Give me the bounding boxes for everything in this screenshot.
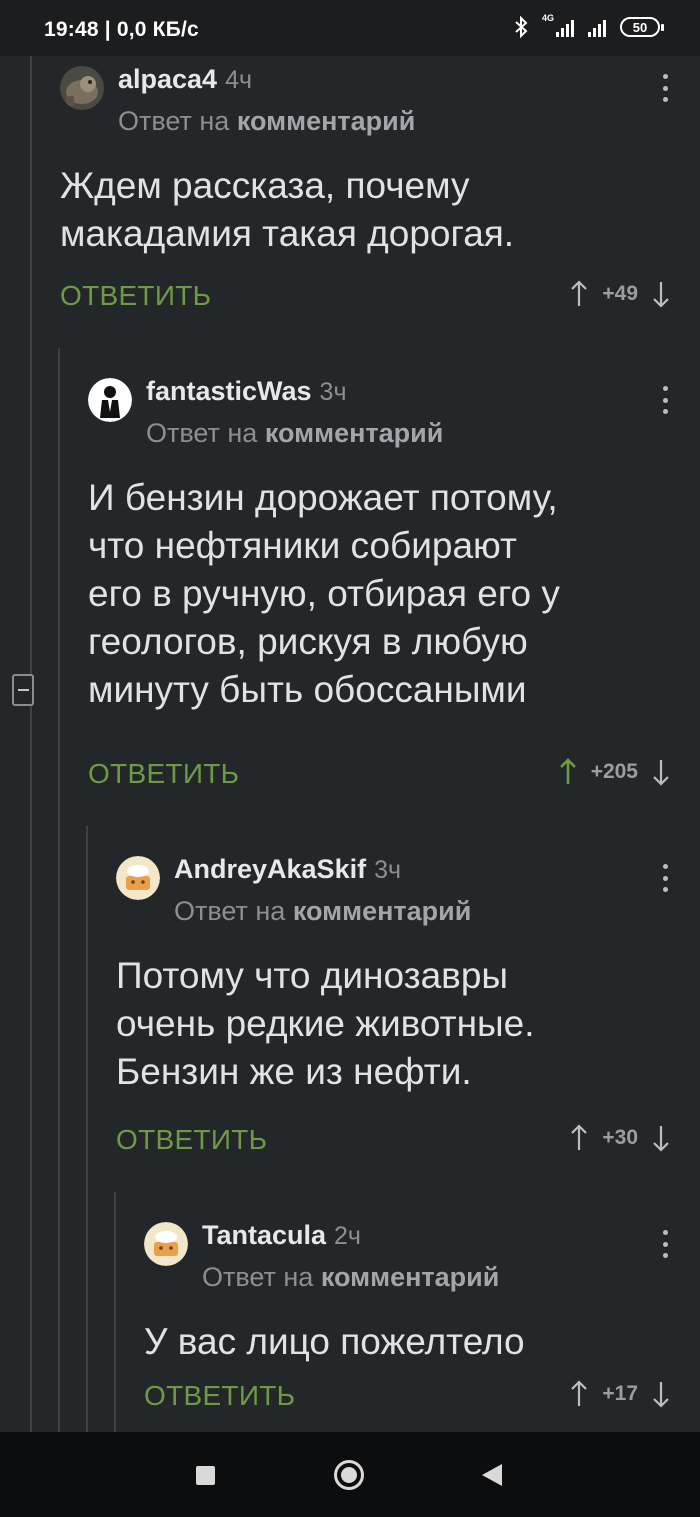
comment-text: Потому что динозавры очень редкие животн…: [116, 955, 535, 1092]
system-navigation-bar: [0, 1432, 700, 1517]
reply-to: Ответ на комментарий: [174, 896, 471, 927]
vote-controls: +49: [570, 280, 670, 308]
avatar[interactable]: [116, 856, 160, 900]
vote-controls: +17: [570, 1380, 670, 1408]
more-options-icon[interactable]: [662, 864, 668, 892]
thread-line-2: [58, 348, 60, 1432]
username-text[interactable]: Tantacula: [202, 1220, 326, 1250]
collapse-thread-button[interactable]: [12, 674, 34, 706]
comment-Tantacula: Tantacula 2ч Ответ на комментарий У вас л…: [144, 1220, 700, 1422]
comment-text: У вас лицо пожелтело: [144, 1321, 525, 1362]
status-time-speed: 19:48 | 0,0 КБ/с: [44, 18, 199, 41]
comment-fantasticWas: fantasticWas 3ч Ответ на комментарий И бе…: [88, 376, 700, 798]
signal-4g-icon: 4G: [542, 13, 574, 37]
downvote-arrow-icon[interactable]: [652, 1124, 670, 1152]
status-icons: 4G 50: [514, 13, 664, 38]
comment-time: 3ч: [319, 378, 347, 406]
reply-prefix: Ответ на: [174, 896, 286, 926]
upvote-arrow-icon[interactable]: [570, 1380, 588, 1408]
username[interactable]: alpaca4 4ч: [118, 64, 252, 95]
comment-text: Ждем рассказа, почему макадамия такая до…: [60, 165, 515, 254]
reply-button[interactable]: ОТВЕТИТЬ: [116, 1124, 267, 1156]
vote-score: +30: [602, 1126, 638, 1149]
downvote-arrow-icon[interactable]: [652, 758, 670, 786]
avatar[interactable]: [144, 1222, 188, 1266]
bluetooth-icon: [515, 16, 528, 38]
reply-prefix: Ответ на: [202, 1262, 314, 1292]
more-options-icon[interactable]: [662, 74, 668, 102]
reply-prefix: Ответ на: [146, 418, 258, 448]
thread-line-1: [30, 56, 32, 1432]
comment-time: 2ч: [334, 1222, 361, 1250]
vote-score: +205: [590, 760, 638, 783]
status-bar: 19:48 | 0,0 КБ/с 4G 50: [0, 0, 700, 56]
minus-icon: [17, 689, 29, 691]
vote-score: +49: [602, 282, 638, 305]
upvote-arrow-icon[interactable]: [570, 1124, 588, 1152]
thread-line-3: [86, 826, 88, 1432]
home-circle-icon[interactable]: [334, 1460, 364, 1490]
comment-text: И бензин дорожает потому, что нефтяники …: [88, 477, 560, 710]
comment-alpaca4: alpaca4 4ч Ответ на комментарий Ждем расс…: [60, 64, 700, 326]
reply-button[interactable]: ОТВЕТИТЬ: [88, 758, 239, 790]
back-triangle-icon[interactable]: [482, 1464, 502, 1486]
vote-controls: +30: [570, 1124, 670, 1152]
more-options-icon[interactable]: [662, 1230, 668, 1258]
thread-line-4: [114, 1192, 116, 1432]
reply-target-link[interactable]: комментарий: [265, 418, 444, 448]
upvote-arrow-icon[interactable]: [559, 758, 577, 786]
reply-target-link[interactable]: комментарий: [237, 106, 416, 136]
downvote-arrow-icon[interactable]: [652, 1380, 670, 1408]
signal-icon: [588, 17, 606, 37]
username[interactable]: AndreyAkaSkif 3ч: [174, 854, 401, 885]
username-text[interactable]: alpaca4: [118, 64, 217, 94]
username-text[interactable]: AndreyAkaSkif: [174, 854, 366, 884]
reply-to: Ответ на комментарий: [202, 1262, 499, 1293]
battery-level: 50: [632, 19, 648, 35]
reply-button[interactable]: ОТВЕТИТЬ: [144, 1380, 295, 1412]
avatar[interactable]: [60, 66, 104, 110]
comment-time: 4ч: [225, 66, 253, 94]
username[interactable]: Tantacula 2ч: [202, 1220, 361, 1251]
downvote-arrow-icon[interactable]: [652, 280, 670, 308]
upvote-arrow-icon[interactable]: [570, 280, 588, 308]
network-label: 4G: [542, 13, 555, 23]
vote-controls: +205: [559, 758, 670, 786]
reply-button[interactable]: ОТВЕТИТЬ: [60, 280, 211, 312]
username-text[interactable]: fantasticWas: [146, 376, 312, 406]
recents-square-icon[interactable]: [196, 1466, 215, 1485]
reply-target-link[interactable]: комментарий: [321, 1262, 500, 1292]
reply-prefix: Ответ на: [118, 106, 230, 136]
vote-score: +17: [602, 1382, 638, 1405]
username[interactable]: fantasticWas 3ч: [146, 376, 346, 407]
comment-time: 3ч: [374, 856, 402, 884]
reply-target-link[interactable]: комментарий: [293, 896, 472, 926]
avatar[interactable]: [88, 378, 132, 422]
reply-to: Ответ на комментарий: [118, 106, 415, 137]
reply-to: Ответ на комментарий: [146, 418, 443, 449]
more-options-icon[interactable]: [662, 386, 668, 414]
battery-icon: 50: [620, 17, 664, 37]
comment-AndreyAkaSkif: AndreyAkaSkif 3ч Ответ на комментарий Пот…: [116, 854, 700, 1166]
